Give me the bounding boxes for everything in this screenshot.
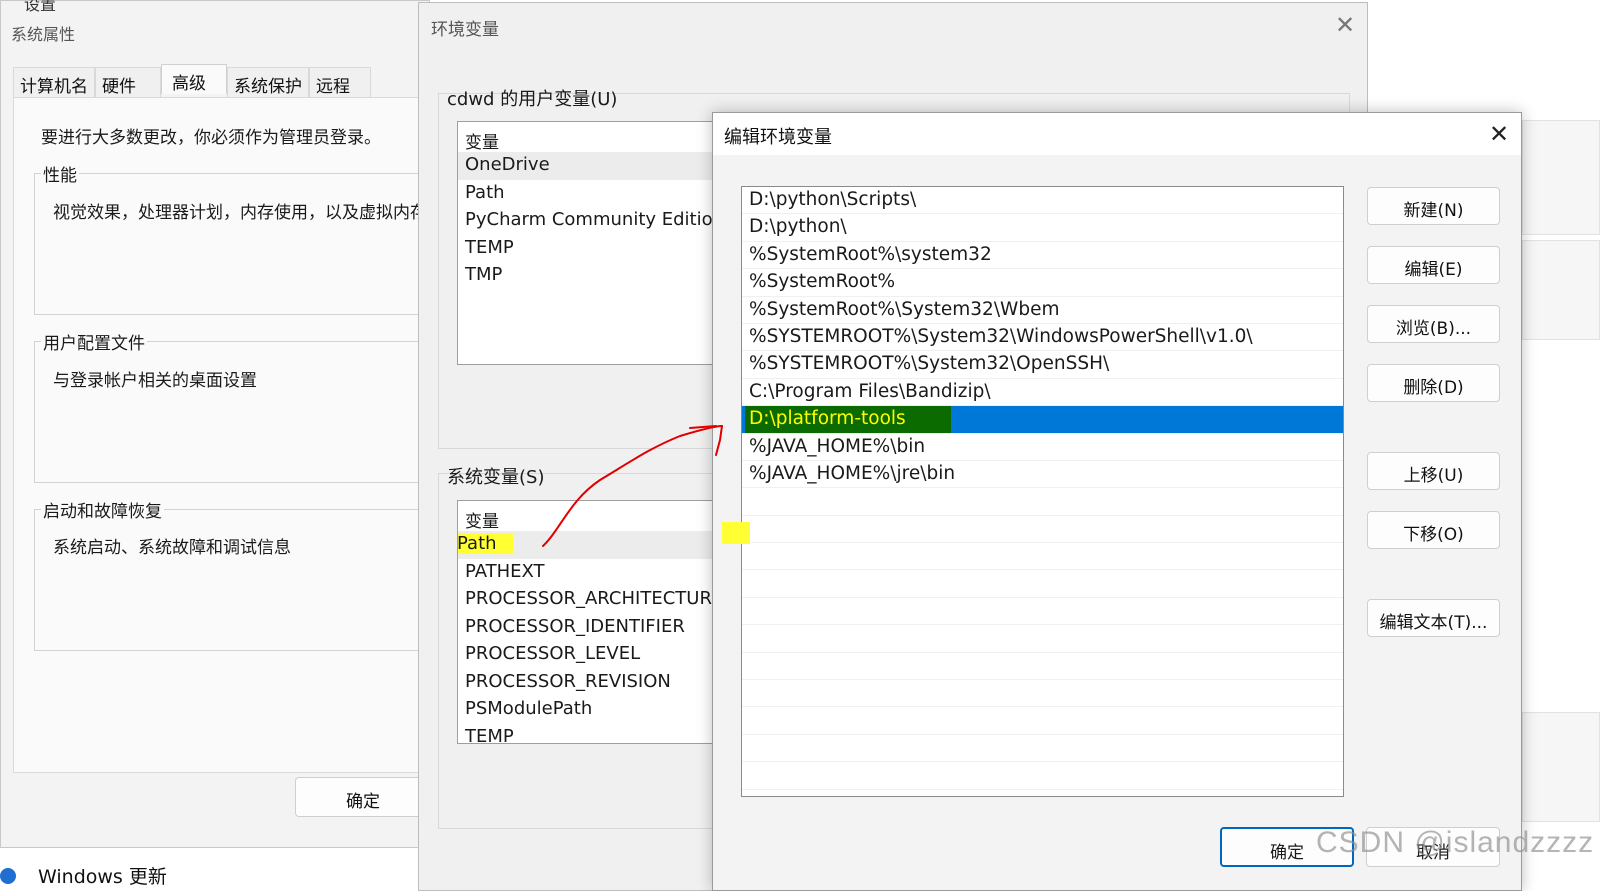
edit-dialog-titlebar[interactable] bbox=[713, 113, 1521, 155]
empty-path-row[interactable] bbox=[742, 762, 1343, 790]
tab-computer-name[interactable]: 计算机名 bbox=[13, 67, 95, 97]
user-variable-row[interactable]: OneDrive bbox=[458, 152, 726, 180]
user-variables-list[interactable]: 变量 OneDrive Path PyCharm Community Editi… bbox=[457, 121, 727, 365]
path-entries-list[interactable]: D:\python\Scripts\ D:\python\ %SystemRoot%… bbox=[741, 186, 1344, 797]
tab-remote[interactable]: 远程 bbox=[309, 67, 371, 97]
move-down-button[interactable]: 下移(O) bbox=[1367, 511, 1500, 549]
delete-button[interactable]: 删除(D) bbox=[1367, 364, 1500, 402]
path-row-selected[interactable]: D:\platform-tools bbox=[742, 406, 1343, 434]
edit-environment-variable-dialog: 编辑环境变量 ✕ D:\python\Scripts\ D:\python\ %Sy… bbox=[712, 112, 1522, 891]
env-close-icon[interactable]: ✕ bbox=[1335, 11, 1355, 39]
path-row[interactable]: %SystemRoot%\System32\Wbem bbox=[742, 297, 1343, 324]
edit-close-icon[interactable]: ✕ bbox=[1489, 120, 1509, 148]
settings-title-clipped: 设置 bbox=[24, 0, 57, 14]
environment-variables-title: 环境变量 bbox=[431, 20, 499, 40]
user-variable-row[interactable]: PyCharm Community Edition bbox=[458, 207, 726, 235]
user-variable-row[interactable]: TEMP bbox=[458, 235, 726, 263]
empty-path-row[interactable] bbox=[742, 516, 1343, 544]
user-variables-header[interactable]: 变量 bbox=[458, 122, 726, 153]
empty-path-row[interactable] bbox=[742, 488, 1343, 516]
empty-path-row[interactable] bbox=[742, 653, 1343, 681]
startup-recovery-text: 系统启动、系统故障和调试信息 bbox=[53, 538, 291, 558]
user-variables-label: cdwd 的用户变量(U) bbox=[447, 89, 618, 110]
background-window-fragment bbox=[1522, 240, 1600, 340]
path-row[interactable]: %SystemRoot%\system32 bbox=[742, 242, 1343, 270]
system-variable-row-path[interactable]: Path bbox=[458, 531, 726, 559]
performance-group bbox=[34, 173, 431, 315]
path-row[interactable]: D:\python\ bbox=[742, 214, 1343, 242]
system-variables-label: 系统变量(S) bbox=[447, 467, 545, 488]
tab-hardware[interactable]: 硬件 bbox=[95, 67, 161, 97]
admin-note: 要进行大多数更改，你必须作为管理员登录。 bbox=[41, 128, 381, 148]
system-variables-list[interactable]: 变量 Path PATHEXT PROCESSOR_ARCHITECTURE P… bbox=[457, 500, 727, 744]
background-window-fragment bbox=[1522, 712, 1600, 822]
path-row-text: D:\platform-tools bbox=[749, 408, 906, 430]
system-variable-row[interactable]: TEMP bbox=[458, 724, 726, 744]
startup-recovery-group bbox=[34, 509, 431, 651]
performance-title: 性能 bbox=[41, 161, 79, 186]
selection-highlight-marker bbox=[722, 522, 750, 544]
tab-system-protection[interactable]: 系统保护 bbox=[227, 67, 309, 97]
system-variables-header[interactable]: 变量 bbox=[458, 501, 726, 532]
empty-path-row[interactable] bbox=[742, 598, 1343, 626]
system-variable-row[interactable]: PROCESSOR_IDENTIFIER bbox=[458, 614, 726, 642]
path-row[interactable]: %JAVA_HOME%\jre\bin bbox=[742, 461, 1343, 489]
path-row[interactable]: %SYSTEMROOT%\System32\WindowsPowerShell\… bbox=[742, 324, 1343, 352]
path-row[interactable]: D:\python\Scripts\ bbox=[742, 187, 1343, 215]
performance-text: 视觉效果，处理器计划，内存使用，以及虚拟内存 bbox=[53, 203, 423, 223]
path-row[interactable]: %SYSTEMROOT%\System32\OpenSSH\ bbox=[742, 351, 1343, 379]
tab-advanced[interactable]: 高级 bbox=[161, 64, 227, 94]
user-profiles-title: 用户配置文件 bbox=[41, 329, 147, 354]
system-variable-row[interactable]: PROCESSOR_REVISION bbox=[458, 669, 726, 697]
path-highlight: Path bbox=[458, 533, 513, 554]
system-properties-title: 系统属性 bbox=[11, 25, 76, 44]
background-window-fragment bbox=[1522, 120, 1600, 235]
browse-button[interactable]: 浏览(B)... bbox=[1367, 305, 1500, 343]
empty-path-row[interactable] bbox=[742, 680, 1343, 708]
system-properties-tabs: 计算机名 硬件 高级 系统保护 远程 bbox=[13, 64, 371, 97]
edit-dialog-title: 编辑环境变量 bbox=[724, 127, 832, 148]
windows-update-link[interactable]: Windows 更新 bbox=[38, 862, 167, 889]
system-properties-window: 系统属性 计算机名 硬件 高级 系统保护 远程 要进行大多数更改，你必须作为管理… bbox=[0, 0, 431, 848]
user-profiles-text: 与登录帐户相关的桌面设置 bbox=[53, 371, 257, 391]
empty-path-row[interactable] bbox=[742, 707, 1343, 735]
path-row[interactable]: C:\Program Files\Bandizip\ bbox=[742, 379, 1343, 407]
user-variable-row[interactable]: TMP bbox=[458, 262, 726, 290]
new-button[interactable]: 新建(N) bbox=[1367, 187, 1500, 225]
user-profiles-group bbox=[34, 341, 431, 483]
system-variable-row[interactable]: PATHEXT bbox=[458, 559, 726, 587]
system-variable-row[interactable]: PROCESSOR_LEVEL bbox=[458, 641, 726, 669]
move-up-button[interactable]: 上移(U) bbox=[1367, 452, 1500, 490]
startup-recovery-title: 启动和故障恢复 bbox=[41, 497, 164, 522]
user-variable-row[interactable]: Path bbox=[458, 180, 726, 208]
csdn-watermark: CSDN @islandzzzz bbox=[1316, 826, 1595, 859]
path-row[interactable]: %JAVA_HOME%\bin bbox=[742, 434, 1343, 461]
edit-button[interactable]: 编辑(E) bbox=[1367, 246, 1500, 284]
edit-text-button[interactable]: 编辑文本(T)... bbox=[1367, 599, 1500, 637]
system-properties-ok-button[interactable]: 确定 bbox=[295, 777, 431, 817]
empty-path-row[interactable] bbox=[742, 570, 1343, 598]
windows-update-icon bbox=[0, 868, 16, 884]
path-row[interactable]: %SystemRoot% bbox=[742, 269, 1343, 297]
system-variable-row[interactable]: PSModulePath bbox=[458, 696, 726, 724]
empty-path-row[interactable] bbox=[742, 625, 1343, 653]
system-variable-row[interactable]: PROCESSOR_ARCHITECTURE bbox=[458, 586, 726, 614]
empty-path-row[interactable] bbox=[742, 543, 1343, 571]
empty-path-row[interactable] bbox=[742, 735, 1343, 763]
